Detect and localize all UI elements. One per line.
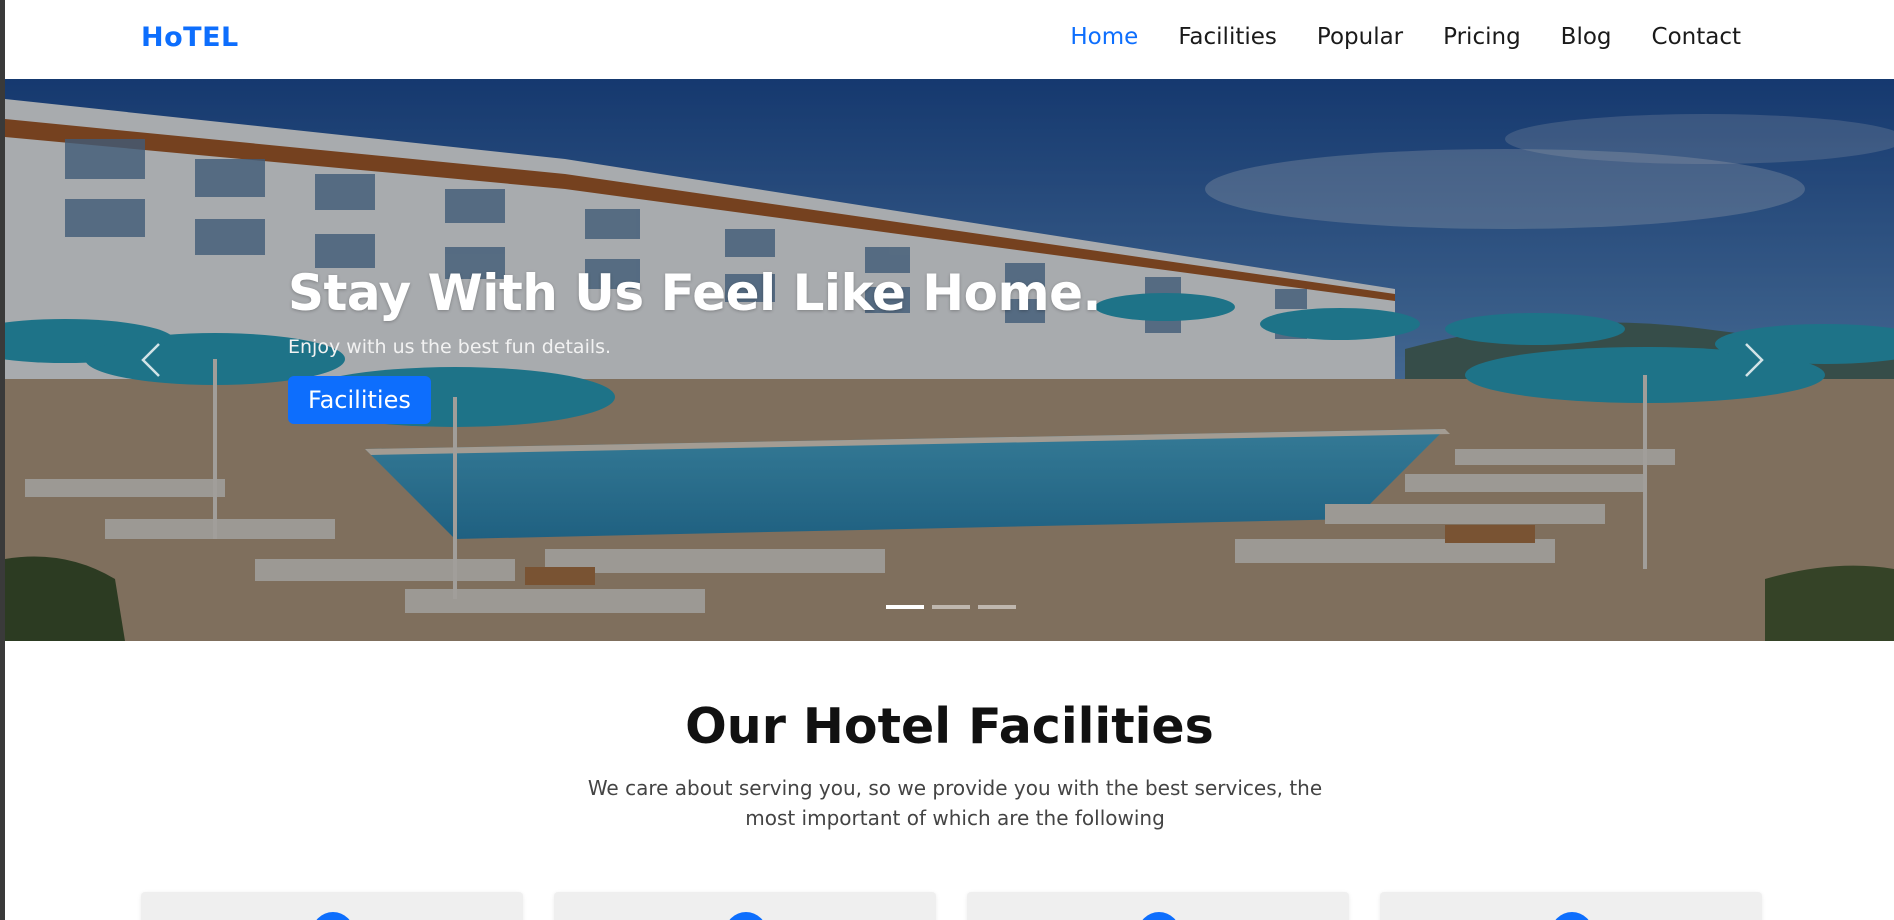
- hero-title: Stay With Us Feel Like Home.: [288, 264, 1102, 322]
- carousel-prev-button[interactable]: [131, 337, 171, 383]
- navbar: HoTEL Home Facilities Popular Pricing Bl…: [5, 0, 1894, 79]
- facility-icon: [1551, 912, 1593, 920]
- nav-home[interactable]: Home: [1070, 24, 1138, 50]
- facility-icon: [725, 912, 767, 920]
- facility-icon: [312, 912, 354, 920]
- carousel-indicators: [886, 605, 1016, 609]
- carousel-indicator-2[interactable]: [932, 605, 970, 609]
- hero-subtitle: Enjoy with us the best fun details.: [288, 336, 612, 358]
- facility-card: [967, 892, 1349, 920]
- facilities-heading: Our Hotel Facilities: [685, 698, 1214, 755]
- facilities-description: We care about serving you, so we provide…: [587, 776, 1323, 830]
- nav-facilities[interactable]: Facilities: [1178, 24, 1277, 50]
- facility-card: [141, 892, 523, 920]
- hero-carousel: Stay With Us Feel Like Home. Enjoy with …: [5, 79, 1894, 641]
- nav-links: Home Facilities Popular Pricing Blog Con…: [1070, 24, 1741, 50]
- hero-caption: Stay With Us Feel Like Home. Enjoy with …: [288, 264, 1102, 424]
- facility-cards: [141, 892, 1762, 920]
- chevron-left-icon: [141, 343, 160, 377]
- nav-pricing[interactable]: Pricing: [1443, 24, 1521, 50]
- nav-contact[interactable]: Contact: [1652, 24, 1741, 50]
- carousel-indicator-3[interactable]: [978, 605, 1016, 609]
- facility-icon: [1138, 912, 1180, 920]
- nav-popular[interactable]: Popular: [1317, 24, 1403, 50]
- facility-card: [554, 892, 936, 920]
- facilities-button[interactable]: Facilities: [288, 376, 431, 424]
- nav-blog[interactable]: Blog: [1561, 24, 1612, 50]
- carousel-indicator-1[interactable]: [886, 605, 924, 609]
- chevron-right-icon: [1745, 343, 1764, 377]
- facility-card: [1380, 892, 1762, 920]
- brand-logo[interactable]: HoTEL: [141, 22, 239, 53]
- carousel-next-button[interactable]: [1734, 337, 1774, 383]
- page: HoTEL Home Facilities Popular Pricing Bl…: [5, 0, 1894, 920]
